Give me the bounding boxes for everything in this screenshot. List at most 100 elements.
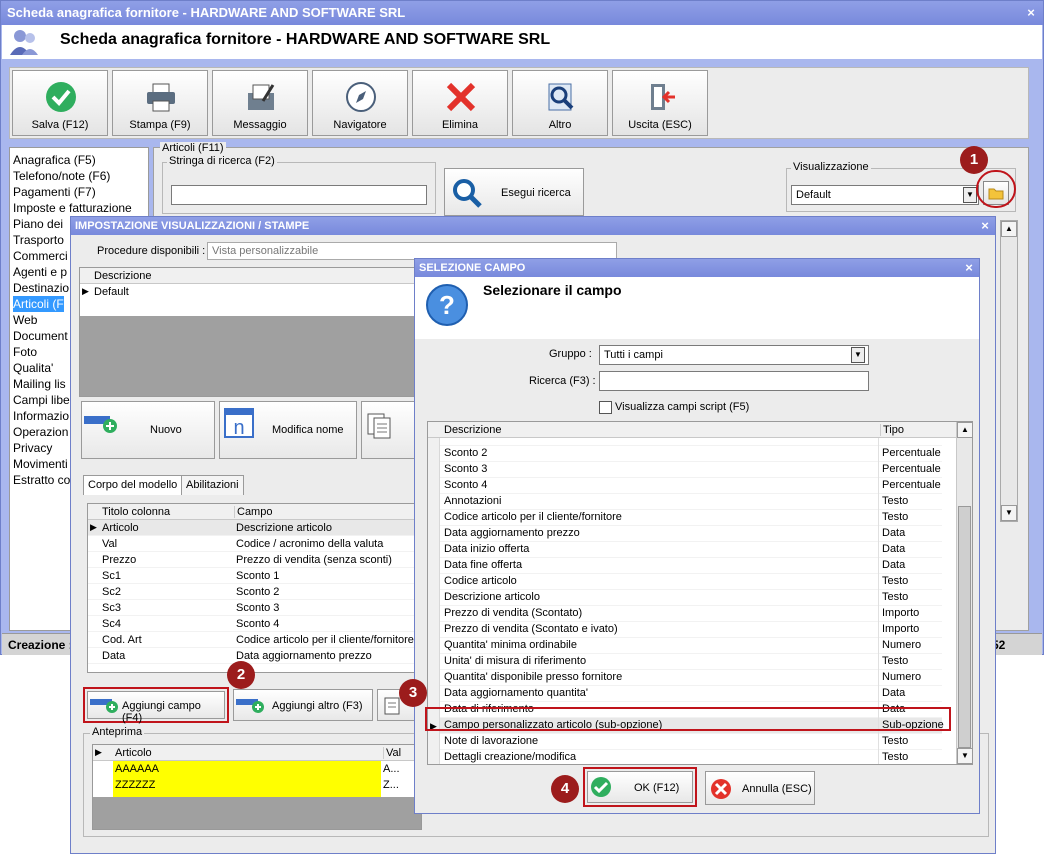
columns-grid-row[interactable]: Sc3 Sconto 3 <box>88 600 416 616</box>
copy-documents-icon <box>367 413 391 439</box>
articoli-scrollbar[interactable]: ▲ ▼ <box>1000 220 1018 522</box>
display-settings-close-icon[interactable]: × <box>977 218 993 234</box>
fields-list-row[interactable]: Quantita' disponibile presso fornitore Nu… <box>428 670 942 686</box>
search-input[interactable] <box>171 185 427 205</box>
copy-view-button[interactable] <box>361 401 417 459</box>
exit-button[interactable]: Uscita (ESC) <box>612 70 708 136</box>
nav-item[interactable]: Operazion <box>13 424 68 440</box>
field-selection-dialog: SELEZIONE CAMPO × ? Selezionare il campo… <box>399 258 980 814</box>
rename-view-button[interactable]: n Modifica nome <box>219 401 357 459</box>
fields-list-row[interactable]: Data aggiornamento prezzo Data <box>428 526 942 542</box>
add-other-button[interactable]: Aggiungi altro (F3) <box>233 689 373 721</box>
fields-list-row[interactable]: Codice articolo per il cliente/fornitore… <box>428 510 942 526</box>
view-select[interactable]: Default <box>791 185 979 205</box>
columns-grid-header: Titolo colonna Campo <box>88 504 416 520</box>
columns-grid-row[interactable]: Val Codice / acronimo della valuta <box>88 536 416 552</box>
view-dropdown-arrow-icon[interactable]: ▼ <box>963 187 977 203</box>
nav-item[interactable]: Destinazio <box>13 280 69 296</box>
execute-search-button[interactable]: Esegui ricerca <box>444 168 584 216</box>
group-dropdown-arrow-icon[interactable]: ▼ <box>851 347 865 363</box>
nav-item[interactable]: Agenti e p <box>13 264 67 280</box>
fields-list-scrollbar[interactable]: ▲ ▼ <box>956 422 973 764</box>
fields-list-row[interactable]: Sconto 2 Percentuale <box>428 446 942 462</box>
nav-item[interactable]: Commerci <box>13 248 68 264</box>
column-title-cell: Sc4 <box>102 618 121 630</box>
field-search-input[interactable] <box>599 371 869 391</box>
group-select[interactable]: Tutti i campi <box>599 345 869 365</box>
nav-item[interactable]: Articoli (F <box>13 296 64 312</box>
articoli-scroll-up-icon[interactable]: ▲ <box>1001 221 1017 237</box>
step-3-highlight <box>425 707 951 731</box>
nav-item[interactable]: Movimenti <box>13 456 68 472</box>
cancel-button[interactable]: Annulla (ESC) <box>705 771 815 805</box>
delete-button[interactable]: Elimina <box>412 70 508 136</box>
columns-grid-row[interactable]: Sc1 Sconto 1 <box>88 568 416 584</box>
fields-list-row[interactable]: Codice articolo Testo <box>428 574 942 590</box>
field-type-cell: Importo <box>882 623 920 635</box>
cancel-x-icon <box>711 779 731 799</box>
nav-item[interactable]: Privacy <box>13 440 52 456</box>
fields-list-row[interactable]: Prezzo di vendita (Scontato) Importo <box>428 606 942 622</box>
tab-model-body[interactable]: Corpo del modello <box>83 475 183 495</box>
fields-list-row[interactable]: Descrizione articolo Testo <box>428 590 942 606</box>
columns-grid-row[interactable]: Sc2 Sconto 2 <box>88 584 416 600</box>
column-field-cell: Codice / acronimo della valuta <box>236 538 384 550</box>
columns-grid-row[interactable]: Prezzo Prezzo di vendita (senza sconti) <box>88 552 416 568</box>
add-other-icon <box>236 699 264 713</box>
fields-list-row[interactable]: Sconto 3 Percentuale <box>428 462 942 478</box>
tab-permissions[interactable]: Abilitazioni <box>181 475 244 495</box>
nav-item[interactable]: Anagrafica (F5) <box>13 152 96 168</box>
nav-item[interactable]: Imposte e fatturazione <box>13 200 132 216</box>
nav-item[interactable]: Pagamenti (F7) <box>13 184 96 200</box>
row-indicator <box>428 478 440 494</box>
script-fields-checkbox[interactable] <box>599 401 612 414</box>
fields-list-row[interactable]: Unita' di misura di riferimento Testo <box>428 654 942 670</box>
views-grid-row[interactable]: ▶ Default <box>80 284 414 300</box>
fields-list-row[interactable]: Data fine offerta Data <box>428 558 942 574</box>
message-button[interactable]: Messaggio <box>212 70 308 136</box>
field-selection-close-icon[interactable]: × <box>961 260 977 276</box>
columns-grid-row[interactable]: Data Data aggiornamento prezzo <box>88 648 416 664</box>
print-button[interactable]: Stampa (F9) <box>112 70 208 136</box>
nav-item[interactable]: Telefono/note (F6) <box>13 168 110 184</box>
navigator-button[interactable]: Navigatore <box>312 70 408 136</box>
nav-item[interactable]: Estratto co <box>13 472 70 488</box>
fields-list-row[interactable]: Data inizio offerta Data <box>428 542 942 558</box>
nav-item[interactable]: Web <box>13 312 37 328</box>
status-creation-label: Creazione : <box>8 638 73 652</box>
fields-scroll-down-icon[interactable]: ▼ <box>957 748 973 764</box>
add-field-button[interactable]: Aggiungi campo (F4) <box>87 691 225 724</box>
fields-list-row[interactable] <box>428 438 942 446</box>
fields-list-row[interactable]: Annotazioni Testo <box>428 494 942 510</box>
fields-scroll-up-icon[interactable]: ▲ <box>957 422 973 438</box>
fields-list-row[interactable]: Quantita' minima ordinabile Numero <box>428 638 942 654</box>
new-view-button[interactable]: Nuovo <box>81 401 215 459</box>
preview-rows: AAAAAA A... ZZZZZZ Z... <box>93 761 421 797</box>
nav-item[interactable]: Piano dei <box>13 216 63 232</box>
ok-button[interactable]: OK (F12) <box>587 771 693 803</box>
nav-item[interactable]: Document <box>13 328 68 344</box>
columns-grid-row[interactable]: Sc4 Sconto 4 <box>88 616 416 632</box>
fields-list-row[interactable]: Data aggiornamento quantita' Data <box>428 686 942 702</box>
nav-item[interactable]: Informazio <box>13 408 69 424</box>
nav-item[interactable]: Qualita' <box>13 360 53 376</box>
nav-item[interactable]: Trasporto <box>13 232 64 248</box>
field-type-cell: Percentuale <box>882 447 941 459</box>
fields-list-row[interactable]: Sconto 4 Percentuale <box>428 478 942 494</box>
fields-scroll-thumb[interactable] <box>958 506 971 748</box>
row-indicator <box>428 494 440 510</box>
save-button[interactable]: Salva (F12) <box>12 70 108 136</box>
preview-grid: ▶ Articolo Val AAAAAA A... ZZZZZZ Z... <box>92 744 422 830</box>
main-close-icon[interactable]: × <box>1023 5 1039 21</box>
columns-grid-row[interactable]: Cod. Art Codice articolo per il cliente/f… <box>88 632 416 648</box>
view-label: Visualizzazione <box>791 161 871 173</box>
nav-item[interactable]: Campi libe <box>13 392 70 408</box>
columns-grid-row[interactable]: ▶ Articolo Descrizione articolo <box>88 520 416 536</box>
nav-item[interactable]: Foto <box>13 344 37 360</box>
fields-list-row[interactable]: Note di lavorazione Testo <box>428 734 942 750</box>
fields-list-row[interactable]: Dettagli creazione/modifica Testo <box>428 750 942 764</box>
other-button[interactable]: Altro <box>512 70 608 136</box>
nav-item[interactable]: Mailing lis <box>13 376 66 392</box>
fields-list-row[interactable]: Prezzo di vendita (Scontato e ivato) Impo… <box>428 622 942 638</box>
articoli-scroll-down-icon[interactable]: ▼ <box>1001 505 1017 521</box>
